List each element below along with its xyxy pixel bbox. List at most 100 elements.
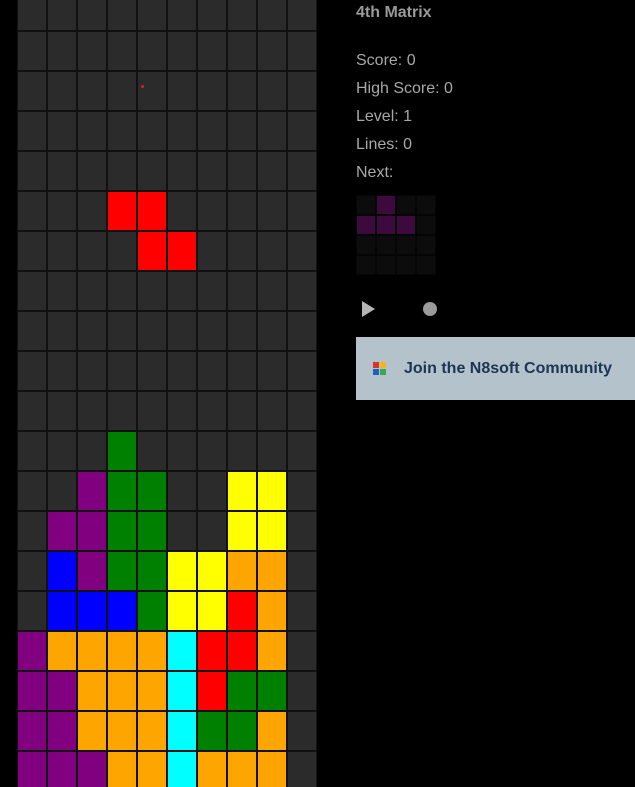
board-cell-block xyxy=(77,511,107,551)
board-cell-empty xyxy=(17,551,47,591)
play-icon[interactable] xyxy=(362,301,375,317)
board-cell-block xyxy=(197,711,227,751)
board-cell-empty xyxy=(17,151,47,191)
board-cell-block xyxy=(77,551,107,591)
board-cell-empty xyxy=(287,551,317,591)
board-cell-empty xyxy=(137,151,167,191)
board-cell-empty xyxy=(17,311,47,351)
board-cell-empty xyxy=(47,391,77,431)
record-icon[interactable] xyxy=(423,302,437,316)
board-cell-empty xyxy=(197,271,227,311)
board-cell-empty xyxy=(167,71,197,111)
board-cell-block xyxy=(227,471,257,511)
board-cell-empty xyxy=(287,271,317,311)
board-cell-empty xyxy=(137,351,167,391)
board-cell-empty xyxy=(137,111,167,151)
board-cell-empty xyxy=(287,71,317,111)
board-cell-empty xyxy=(287,111,317,151)
board-cell-block xyxy=(77,631,107,671)
board-cell-block xyxy=(47,511,77,551)
join-community-button[interactable]: Join the N8soft Community xyxy=(356,337,635,400)
board-cell-empty xyxy=(287,631,317,671)
board-cell-empty xyxy=(167,271,197,311)
board-cell-empty xyxy=(77,0,107,31)
board-cell-empty xyxy=(77,351,107,391)
board-cell-block xyxy=(107,431,137,471)
board-cell-empty xyxy=(197,0,227,31)
board-cell-block xyxy=(17,751,47,787)
board-cell-empty xyxy=(137,311,167,351)
board-cell-block xyxy=(137,191,167,231)
board-cell-block xyxy=(137,711,167,751)
board-cell-empty xyxy=(77,311,107,351)
board-cell-empty xyxy=(17,71,47,111)
board-cell-empty xyxy=(197,391,227,431)
board-cell-block xyxy=(17,671,47,711)
board-cell-empty xyxy=(47,0,77,31)
board-cell-empty xyxy=(17,431,47,471)
board-cell-block xyxy=(137,751,167,787)
board-cell-block xyxy=(137,591,167,631)
board-cell-empty xyxy=(167,391,197,431)
board-cell-empty xyxy=(197,111,227,151)
board-cell-empty xyxy=(137,271,167,311)
board-cell-empty xyxy=(107,31,137,71)
board-cell-block xyxy=(257,511,287,551)
next-piece-empty xyxy=(376,255,396,275)
board-cell-block xyxy=(77,471,107,511)
board-cell-empty xyxy=(257,431,287,471)
next-piece-empty xyxy=(416,195,436,215)
board-cell-empty xyxy=(167,511,197,551)
board-cell-empty xyxy=(227,31,257,71)
board-cell-empty xyxy=(227,111,257,151)
board-cell-empty xyxy=(287,511,317,551)
game-title: 4th Matrix xyxy=(356,4,432,21)
next-label: Next: xyxy=(356,164,394,181)
board-cell-block xyxy=(167,711,197,751)
board-cell-empty xyxy=(47,191,77,231)
board-cell-empty xyxy=(197,231,227,271)
next-piece-empty xyxy=(396,195,416,215)
board-cell-empty xyxy=(47,351,77,391)
board-cell-empty xyxy=(107,111,137,151)
board-cell-block xyxy=(167,631,197,671)
board-cell-block xyxy=(17,711,47,751)
board-cell-empty xyxy=(257,191,287,231)
board-cell-empty xyxy=(227,271,257,311)
game-controls xyxy=(356,298,456,320)
board-cell-empty xyxy=(257,271,287,311)
board-cell-block xyxy=(257,751,287,787)
board-cell-empty xyxy=(137,0,167,31)
board-cell-empty xyxy=(77,391,107,431)
board-cell-empty xyxy=(137,71,167,111)
next-piece-empty xyxy=(396,235,416,255)
tetris-board[interactable] xyxy=(17,0,317,787)
board-cell-empty xyxy=(257,351,287,391)
board-cell-empty xyxy=(137,431,167,471)
board-cell-empty xyxy=(197,151,227,191)
board-cell-empty xyxy=(107,351,137,391)
board-cell-empty xyxy=(17,0,47,31)
board-cell-empty xyxy=(107,271,137,311)
board-cell-empty xyxy=(227,391,257,431)
board-cell-empty xyxy=(287,751,317,787)
board-cell-block xyxy=(17,631,47,671)
board-cell-block xyxy=(107,671,137,711)
board-cell-empty xyxy=(77,271,107,311)
board-cell-empty xyxy=(107,71,137,111)
board-cell-empty xyxy=(257,71,287,111)
board-cell-block xyxy=(197,551,227,591)
board-cell-empty xyxy=(47,431,77,471)
board-cell-block xyxy=(77,711,107,751)
board-cell-empty xyxy=(47,151,77,191)
board-cell-empty xyxy=(17,111,47,151)
board-cell-empty xyxy=(287,671,317,711)
join-community-label: Join the N8soft Community xyxy=(404,359,613,377)
game-screen: 4th Matrix Score: 0 High Score: 0 Level:… xyxy=(0,0,635,787)
board-cell-empty xyxy=(17,191,47,231)
board-cell-block xyxy=(197,591,227,631)
board-cell-empty xyxy=(227,431,257,471)
board-cell-block xyxy=(47,751,77,787)
board-cell-empty xyxy=(107,0,137,31)
board-cell-empty xyxy=(77,431,107,471)
